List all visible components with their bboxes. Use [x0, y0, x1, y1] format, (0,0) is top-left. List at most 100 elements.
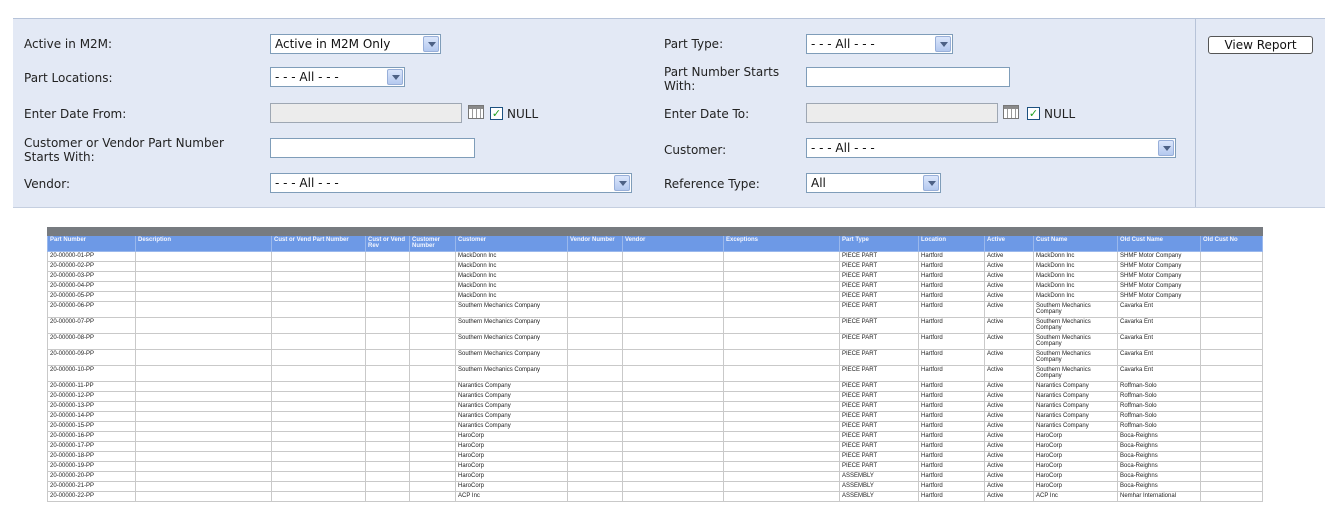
- table-cell: Narantics Company: [1033, 391, 1118, 402]
- table-row[interactable]: 20-00000-10-PP Southern Mechanics Company…: [47, 365, 1263, 382]
- table-cell: PIECE PART: [839, 271, 919, 282]
- column-header[interactable]: Description: [135, 235, 272, 252]
- table-cell: [135, 471, 272, 482]
- table-row[interactable]: 20-00000-18-PP HaroCorp PIECE PART Hartford…: [47, 451, 1263, 462]
- chevron-down-icon[interactable]: [387, 69, 403, 85]
- chevron-down-icon[interactable]: [923, 175, 939, 191]
- top-bar-cell: [409, 227, 456, 236]
- table-cell: Active: [984, 291, 1034, 302]
- table-cell: [135, 261, 272, 272]
- table-cell: [409, 451, 456, 462]
- table-row[interactable]: 20-00000-17-PP HaroCorp PIECE PART Hartford…: [47, 441, 1263, 452]
- date-to-field[interactable]: [806, 103, 998, 123]
- customer-select[interactable]: - - - All - - -: [806, 138, 1176, 158]
- table-row[interactable]: 20-00000-01-PP MackDonn Inc PIECE PART Hart…: [47, 251, 1263, 262]
- table-row[interactable]: 20-00000-03-PP MackDonn Inc PIECE PART Hart…: [47, 271, 1263, 282]
- table-cell: [567, 333, 623, 350]
- column-header[interactable]: Vendor: [622, 235, 724, 252]
- top-bar-cell: [1200, 227, 1263, 236]
- table-row[interactable]: 20-00000-11-PP Narantics Company PIECE PAR…: [47, 381, 1263, 392]
- column-header[interactable]: Cust or Vend Part Number: [271, 235, 366, 252]
- table-cell: [622, 421, 724, 432]
- table-row[interactable]: 20-00000-13-PP Narantics Company PIECE PAR…: [47, 401, 1263, 412]
- table-cell: 20-00000-14-PP: [47, 411, 136, 422]
- table-cell: Roffman-Solo: [1117, 411, 1201, 422]
- calendar-icon[interactable]: [1003, 105, 1019, 119]
- table-row[interactable]: 20-00000-06-PP Southern Mechanics Company…: [47, 301, 1263, 318]
- table-cell: PIECE PART: [839, 411, 919, 422]
- table-row[interactable]: 20-00000-05-PP MackDonn Inc PIECE PART Hart…: [47, 291, 1263, 302]
- column-header[interactable]: Part Number: [47, 235, 136, 252]
- table-cell: Hartford: [918, 349, 985, 366]
- table-row[interactable]: 20-00000-22-PP ACP Inc ASSEMBLY Hartford Act…: [47, 491, 1263, 502]
- table-cell: Hartford: [918, 421, 985, 432]
- part-number-starts-field[interactable]: [806, 67, 1010, 87]
- view-report-button[interactable]: View Report: [1208, 36, 1313, 54]
- table-row[interactable]: 20-00000-20-PP HaroCorp ASSEMBLY Hartford Ac…: [47, 471, 1263, 482]
- table-cell: Hartford: [918, 491, 985, 502]
- table-cell: [271, 451, 366, 462]
- column-header[interactable]: Customer: [455, 235, 568, 252]
- calendar-icon[interactable]: [468, 105, 484, 119]
- date-to-null-checkbox[interactable]: ✓: [1027, 107, 1040, 120]
- table-cell: PIECE PART: [839, 421, 919, 432]
- column-header[interactable]: Customer Number: [409, 235, 456, 252]
- table-cell: [723, 349, 840, 366]
- column-header[interactable]: Old Cust Name: [1117, 235, 1201, 252]
- top-bar-cell: [135, 227, 272, 236]
- table-cell: [567, 271, 623, 282]
- date-from-null-checkbox[interactable]: ✓: [490, 107, 503, 120]
- table-cell: [365, 411, 410, 422]
- part-locations-select[interactable]: - - - All - - -: [270, 67, 405, 87]
- column-header[interactable]: Part Type: [839, 235, 919, 252]
- column-header[interactable]: Old Cust No: [1200, 235, 1263, 252]
- column-header[interactable]: Active: [984, 235, 1034, 252]
- table-row[interactable]: 20-00000-16-PP HaroCorp PIECE PART Hartford…: [47, 431, 1263, 442]
- chevron-down-icon[interactable]: [423, 36, 439, 52]
- table-row[interactable]: 20-00000-21-PP HaroCorp ASSEMBLY Hartford Ac…: [47, 481, 1263, 492]
- column-header[interactable]: Exceptions: [723, 235, 840, 252]
- table-cell: [1200, 271, 1263, 282]
- part-type-select[interactable]: - - - All - - -: [806, 34, 953, 54]
- part-type-label: Part Type:: [664, 37, 724, 51]
- table-cell: Roffman-Solo: [1117, 401, 1201, 412]
- chevron-down-icon[interactable]: [614, 175, 630, 191]
- table-row[interactable]: 20-00000-09-PP Southern Mechanics Company…: [47, 349, 1263, 366]
- chevron-down-icon[interactable]: [935, 36, 951, 52]
- table-cell: [622, 381, 724, 392]
- table-top-bar: [47, 227, 1263, 236]
- table-cell: MackDonn Inc: [455, 291, 568, 302]
- cust-vend-part-field[interactable]: [270, 138, 475, 158]
- column-header[interactable]: Vendor Number: [567, 235, 623, 252]
- table-cell: [567, 431, 623, 442]
- vendor-select[interactable]: - - - All - - -: [270, 173, 632, 193]
- reference-type-select[interactable]: All: [806, 173, 941, 193]
- table-row[interactable]: 20-00000-14-PP Narantics Company PIECE PAR…: [47, 411, 1263, 422]
- active-in-m2m-select[interactable]: Active in M2M Only: [270, 34, 441, 54]
- table-cell: MackDonn Inc: [1033, 291, 1118, 302]
- table-cell: Active: [984, 421, 1034, 432]
- table-row[interactable]: 20-00000-02-PP MackDonn Inc PIECE PART Hart…: [47, 261, 1263, 272]
- table-row[interactable]: 20-00000-19-PP HaroCorp PIECE PART Hartford…: [47, 461, 1263, 472]
- table-cell: [409, 349, 456, 366]
- customer-value: - - - All - - -: [811, 141, 875, 155]
- table-cell: [135, 481, 272, 492]
- table-cell: 20-00000-22-PP: [47, 491, 136, 502]
- report-table: Part Number Description Cust or Vend Part …: [47, 227, 1263, 502]
- vendor-value: - - - All - - -: [275, 176, 339, 190]
- column-header[interactable]: Cust Name: [1033, 235, 1118, 252]
- table-row[interactable]: 20-00000-04-PP MackDonn Inc PIECE PART Hart…: [47, 281, 1263, 292]
- table-row[interactable]: 20-00000-08-PP Southern Mechanics Company…: [47, 333, 1263, 350]
- column-header[interactable]: Location: [918, 235, 985, 252]
- table-cell: [1200, 431, 1263, 442]
- table-row[interactable]: 20-00000-07-PP Southern Mechanics Company…: [47, 317, 1263, 334]
- date-from-field[interactable]: [270, 103, 462, 123]
- chevron-down-icon[interactable]: [1158, 140, 1174, 156]
- table-row[interactable]: 20-00000-12-PP Narantics Company PIECE PAR…: [47, 391, 1263, 402]
- table-cell: [723, 481, 840, 492]
- column-header[interactable]: Cust or Vend Rev: [365, 235, 410, 252]
- table-cell: Hartford: [918, 251, 985, 262]
- table-cell: Active: [984, 481, 1034, 492]
- table-cell: [567, 441, 623, 452]
- table-row[interactable]: 20-00000-15-PP Narantics Company PIECE PAR…: [47, 421, 1263, 432]
